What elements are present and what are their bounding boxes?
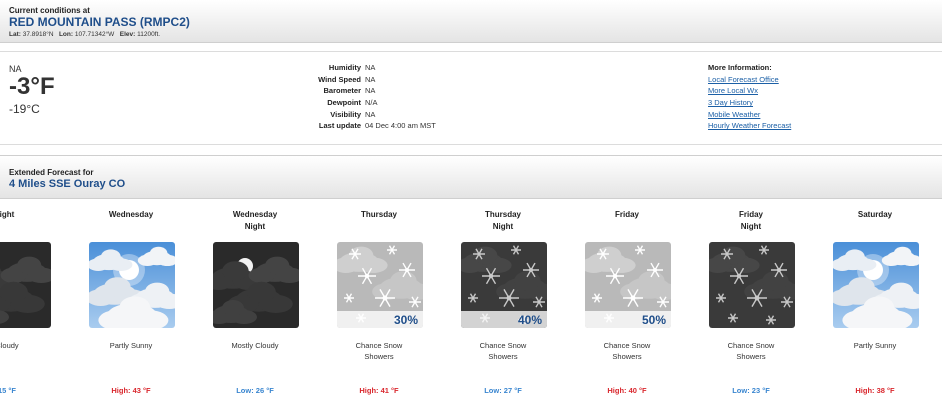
detail-label: Wind Speed [318, 74, 361, 84]
precip-chance-bar: 40% [461, 311, 547, 328]
current-conditions-label: Current conditions at [9, 6, 90, 15]
precip-chance-bar: 30% [337, 311, 423, 328]
period-temp: 15 °F [0, 386, 16, 395]
forecast-period: Wednesday Partly Sunny High: 43 °F [76, 209, 186, 405]
current-conditions-panel: NA -3°F -19°C Humidity NA Wind Speed NA Baro… [0, 51, 942, 145]
short-description: Cloudy [0, 341, 19, 350]
current-details-table: Humidity NA Wind Speed NA Barometer NA Dewpoin… [280, 62, 436, 132]
period-name: Thursday Night [484, 210, 521, 231]
detail-value: 04 Dec 4:00 am MST [365, 121, 436, 131]
detail-value: NA [365, 74, 376, 84]
period-temp: Low: 23 °F [732, 386, 770, 395]
period-temp: High: 41 °F [359, 386, 399, 395]
snow-showers-night-icon [709, 242, 795, 328]
current-temp-f: -3°F [9, 73, 55, 100]
snow-showers-day-icon: 50% [585, 242, 671, 328]
detail-row: Humidity NA [280, 62, 436, 74]
current-conditions-header: Current conditions at RED MOUNTAIN PASS … [0, 0, 942, 43]
station-coordinates: Lat: 37.8918°N Lon: 107.71342°W Elev: 11… [9, 31, 161, 38]
mostly-cloudy-night-icon [213, 242, 299, 328]
short-description: Partly Sunny [853, 341, 897, 350]
short-description: Chance Snow Showers [479, 341, 527, 361]
precip-chance: 30% [393, 313, 418, 327]
link-3-day-history[interactable]: 3 Day History [708, 97, 791, 109]
detail-value: NA [365, 86, 376, 96]
partly-sunny-icon [89, 242, 175, 328]
more-information-title: More Information: [708, 63, 772, 72]
detail-value: N/A [365, 98, 378, 108]
detail-label: Last update [318, 121, 361, 131]
period-temp: Low: 27 °F [484, 386, 522, 395]
elevation: 11200ft. [137, 31, 161, 38]
extended-forecast-label: Extended Forecast for [9, 168, 94, 177]
short-description: Partly Sunny [109, 341, 153, 350]
link-hourly-weather-forecast[interactable]: Hourly Weather Forecast [708, 120, 791, 132]
forecast-location: 4 Miles SSE Ouray CO [9, 178, 126, 190]
period-temp: High: 43 °F [111, 386, 151, 395]
cloudy-night-icon [0, 242, 51, 328]
forecast-period: Thursday Night 40% Chance Snow Showers Low:… [448, 209, 558, 405]
longitude: 107.71342°W [74, 31, 115, 38]
latitude: 37.8918°N [22, 31, 54, 38]
forecast-period: Friday Night Chance Snow Showers Low: 23 °… [696, 209, 806, 405]
detail-row: Barometer NA [280, 85, 436, 97]
partly-sunny-icon [833, 242, 919, 328]
period-name: Friday Night [738, 210, 763, 231]
precip-chance: 40% [517, 313, 542, 327]
detail-row: Last update 04 Dec 4:00 am MST [280, 120, 436, 132]
period-name: ight [0, 210, 15, 219]
detail-label: Dewpoint [327, 98, 361, 108]
detail-row: Wind Speed NA [280, 74, 436, 86]
detail-row: Visibility NA [280, 109, 436, 121]
precip-chance-bar: 50% [585, 311, 671, 328]
period-name: Saturday [857, 210, 893, 219]
period-temp: High: 40 °F [607, 386, 647, 395]
forecast-period: ight Cloudy 15 °F [0, 209, 62, 405]
short-description: Mostly Cloudy [231, 341, 279, 350]
period-name: Wednesday [108, 210, 154, 219]
snow-showers-night-icon: 40% [461, 242, 547, 328]
period-name: Friday [614, 210, 639, 219]
detail-value: NA [365, 63, 376, 72]
link-local-forecast-office[interactable]: Local Forecast Office [708, 74, 791, 86]
detail-label: Barometer [323, 86, 361, 96]
short-description: Chance Snow Showers [603, 341, 651, 361]
period-temp: Low: 26 °F [236, 386, 274, 395]
more-information-links: More Information: Local Forecast Office … [708, 62, 791, 132]
forecast-period: Friday 50% Chance Snow Showers High: 40 °F [572, 209, 682, 405]
current-temp-c: -19°C [9, 102, 40, 116]
extended-forecast-header: Extended Forecast for 4 Miles SSE Ouray … [0, 155, 942, 199]
forecast-period: Saturday Partly Sunny High: 38 °F [820, 209, 930, 405]
detail-label: Visibility [330, 109, 361, 119]
period-temp: High: 38 °F [855, 386, 895, 395]
short-description: Chance Snow Showers [355, 341, 403, 361]
detail-row: Dewpoint N/A [280, 97, 436, 109]
period-name: Wednesday Night [232, 210, 278, 231]
snow-showers-day-icon: 30% [337, 242, 423, 328]
detail-label: Humidity [328, 63, 361, 72]
link-mobile-weather[interactable]: Mobile Weather [708, 109, 791, 121]
station-name: RED MOUNTAIN PASS (RMPC2) [9, 15, 190, 29]
forecast-period: Thursday 30% Chance Snow Showers High: 41 °… [324, 209, 434, 405]
precip-chance: 50% [641, 313, 666, 327]
forecast-period: Wednesday Night Mostly Cloudy Low: 26 °F [200, 209, 310, 405]
period-name: Thursday [360, 210, 397, 219]
link-more-local-wx[interactable]: More Local Wx [708, 85, 791, 97]
detail-value: NA [365, 109, 376, 119]
short-description: Chance Snow Showers [727, 341, 775, 361]
